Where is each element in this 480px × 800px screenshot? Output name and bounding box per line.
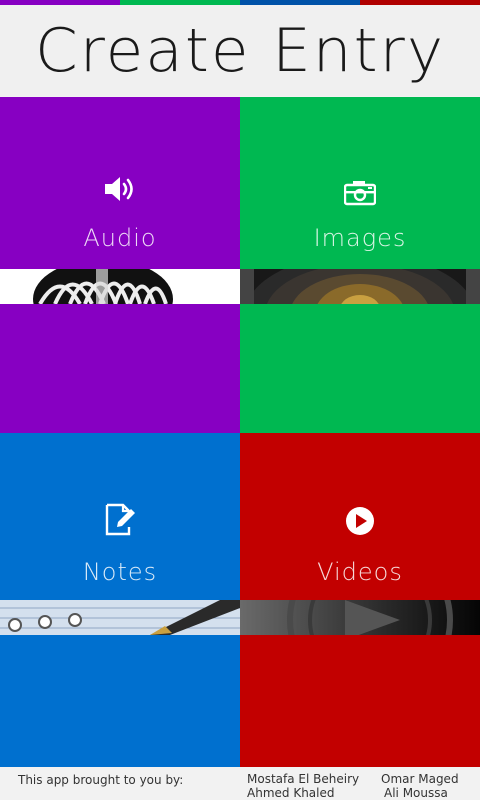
notes-tile[interactable]: Notes — [0, 433, 240, 767]
play-icon — [240, 506, 480, 536]
credit-name: Mostafa El Beheiry — [247, 772, 360, 786]
audio-tile[interactable]: Audio — [0, 97, 240, 433]
images-label: Images — [313, 224, 407, 252]
edit-note-icon — [0, 503, 240, 537]
credits-footer: This app brought to you by: Mostafa El B… — [0, 767, 480, 800]
credits-intro: This app brought to you by: — [18, 773, 184, 787]
pen-notebook-image — [0, 600, 240, 635]
header: Create Entry — [0, 5, 480, 96]
videos-tile[interactable]: Videos — [240, 433, 480, 767]
audio-label: Audio — [83, 224, 157, 252]
play-button-image — [240, 600, 480, 635]
camera-icon — [240, 180, 480, 206]
microphone-image — [0, 269, 240, 304]
page-title: Create Entry — [34, 15, 446, 86]
images-tile[interactable]: Images — [240, 97, 480, 433]
videos-label: Videos — [317, 558, 403, 586]
credit-name: Omar Maged — [381, 772, 459, 786]
credit-name: Ahmed Khaled — [247, 786, 335, 800]
speaker-icon — [0, 174, 240, 204]
notes-label: Notes — [82, 558, 158, 586]
camera-lens-image — [240, 269, 480, 304]
entry-grid: Audio Images Notes Videos — [0, 97, 480, 767]
credit-name: Ali Moussa — [384, 786, 448, 800]
